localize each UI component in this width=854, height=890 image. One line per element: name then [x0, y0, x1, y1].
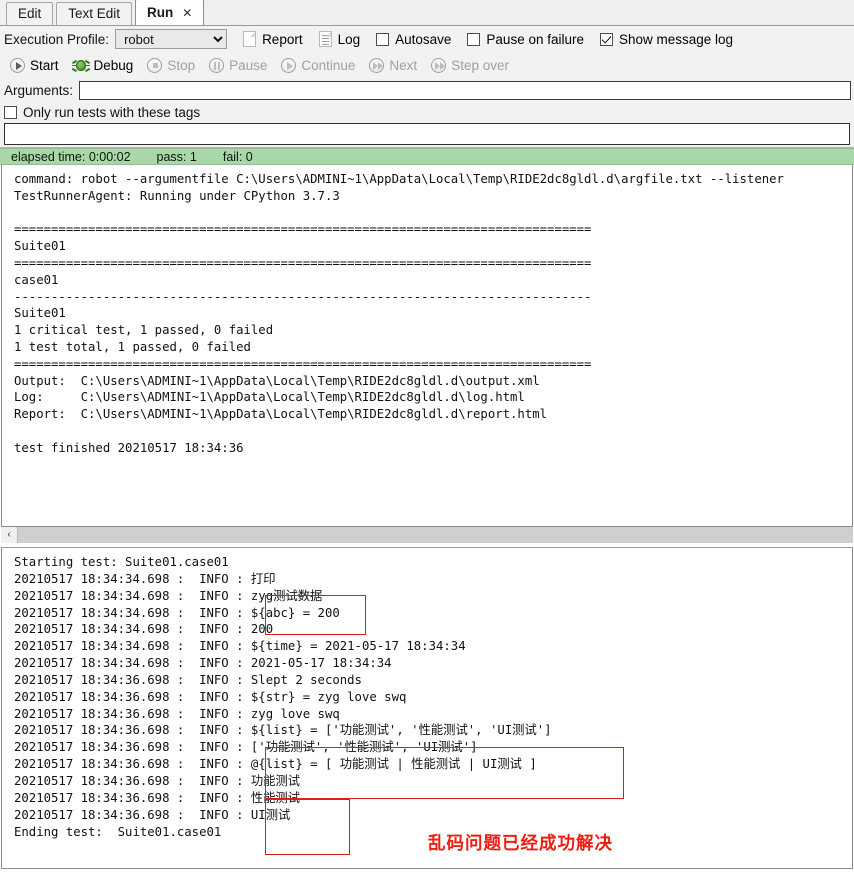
next-label: Next — [389, 57, 418, 73]
annotation-note-text: 乱码问题已经成功解决 — [428, 834, 613, 854]
message-log-panel[interactable]: Starting test: Suite01.case01 20210517 1… — [1, 547, 853, 869]
step-over-button: Step over — [431, 57, 509, 73]
console-output-panel[interactable]: command: robot --argumentfile C:\Users\A… — [1, 165, 853, 527]
continue-label: Continue — [301, 57, 356, 73]
ride-run-tab-window: Edit Text Edit Run ✕ Execution Profile: … — [0, 0, 854, 890]
run-toolbar: Execution Profile: robot Report Log Auto… — [0, 26, 854, 148]
stop-button: Stop — [147, 57, 196, 73]
continue-play-icon — [281, 57, 297, 73]
debug-label: Debug — [93, 57, 134, 73]
fail-count-text: fail: 0 — [222, 149, 253, 164]
close-icon[interactable]: ✕ — [182, 7, 192, 19]
show-message-log-label: Show message log — [619, 31, 734, 47]
tags-input[interactable] — [4, 123, 850, 145]
log-document-icon — [318, 31, 332, 47]
only-run-tests-with-tags-checkbox[interactable] — [4, 105, 17, 119]
log-button[interactable]: Log — [318, 31, 361, 47]
pause-on-failure-label: Pause on failure — [486, 31, 584, 47]
pause-icon — [209, 57, 225, 73]
execution-profile-label: Execution Profile: — [4, 31, 110, 47]
autosave-checkbox[interactable]: Autosave — [376, 32, 451, 47]
scrollbar-track[interactable] — [18, 526, 853, 543]
run-controls-row: Start Debug Stop Pause Continue Next Ste… — [0, 52, 854, 78]
run-status-bar: elapsed time: 0:00:02 pass: 1 fail: 0 — [0, 148, 854, 165]
arguments-label: Arguments: — [4, 82, 74, 98]
report-document-icon — [243, 31, 257, 47]
execution-profile-select[interactable]: robot — [115, 29, 228, 49]
next-button: Next — [369, 57, 418, 73]
bug-icon — [71, 58, 90, 73]
step-over-icon — [431, 57, 447, 73]
report-label: Report — [262, 31, 303, 47]
console-output-text: command: robot --argumentfile C:\Users\A… — [14, 172, 784, 455]
debug-button[interactable]: Debug — [71, 57, 134, 73]
autosave-checkbox-box[interactable] — [376, 32, 390, 46]
pause-button: Pause — [209, 57, 268, 73]
start-label: Start — [30, 57, 59, 73]
message-log-text: Starting test: Suite01.case01 20210517 1… — [14, 555, 552, 839]
show-message-log-checkbox-box[interactable] — [600, 32, 613, 46]
show-message-log-checkbox[interactable]: Show message log — [600, 32, 733, 47]
tab-edit-label: Edit — [18, 6, 42, 21]
stop-label: Stop — [167, 57, 196, 73]
stop-icon — [147, 57, 163, 73]
pause-label: Pause — [229, 57, 268, 73]
log-label: Log — [337, 31, 361, 47]
pass-count-text: pass: 1 — [156, 149, 197, 164]
tab-bar: Edit Text Edit Run ✕ — [0, 0, 854, 26]
console-horizontal-scrollbar[interactable]: ‹ — [1, 526, 853, 543]
step-over-label: Step over — [451, 57, 509, 73]
tab-run-label: Run — [147, 5, 174, 20]
start-button[interactable]: Start — [10, 57, 59, 73]
tab-text-edit[interactable]: Text Edit — [56, 2, 133, 25]
only-run-tests-with-tags-label: Only run tests with these tags — [23, 104, 201, 120]
pause-on-failure-checkbox[interactable]: Pause on failure — [467, 32, 584, 47]
tab-text-edit-label: Text Edit — [68, 6, 121, 21]
tags-checkbox-row: Only run tests with these tags — [0, 102, 854, 122]
play-icon — [10, 57, 25, 73]
pause-on-failure-checkbox-box[interactable] — [467, 32, 481, 46]
scroll-left-arrow-icon[interactable]: ‹ — [1, 526, 18, 543]
autosave-label: Autosave — [395, 31, 452, 47]
next-icon — [369, 57, 385, 73]
arguments-input[interactable] — [79, 80, 851, 100]
tab-run[interactable]: Run ✕ — [135, 0, 205, 25]
report-button[interactable]: Report — [243, 31, 303, 47]
continue-button: Continue — [281, 57, 356, 73]
elapsed-time-text: elapsed time: 0:00:02 — [11, 149, 131, 164]
arguments-row: Arguments: — [0, 78, 854, 102]
tab-edit[interactable]: Edit — [6, 2, 54, 25]
execution-profile-row: Execution Profile: robot Report Log Auto… — [0, 26, 854, 52]
